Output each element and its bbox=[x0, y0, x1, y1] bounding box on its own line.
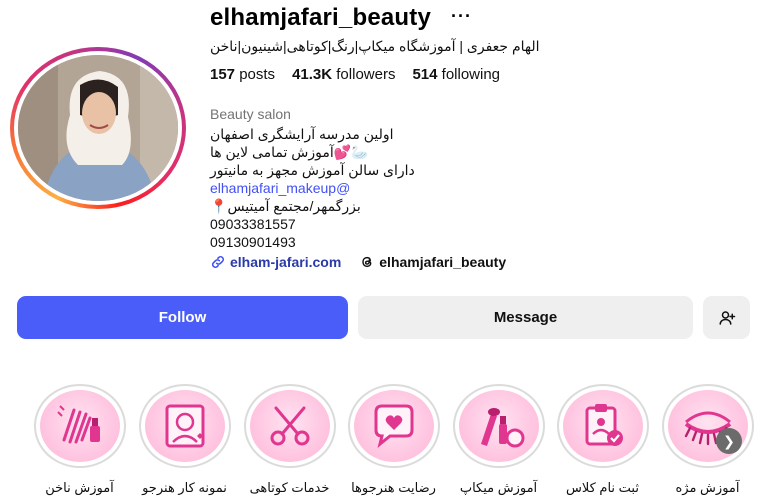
chevron-right-icon: ❯ bbox=[723, 432, 735, 449]
bio-line: اولین مدرسه آرایشگری اصفهان bbox=[210, 126, 394, 142]
clipboard-icon bbox=[585, 404, 623, 446]
highlights-next-button[interactable]: ❯ bbox=[716, 428, 742, 454]
portrait-frame-icon bbox=[165, 404, 204, 448]
scissors-icon bbox=[270, 406, 309, 446]
message-button[interactable]: Message bbox=[358, 296, 693, 339]
followers-stat[interactable]: 41.3K followers bbox=[292, 66, 395, 83]
profile-stats: 157 posts 41.3K followers 514 following bbox=[210, 66, 500, 83]
link-icon bbox=[211, 255, 225, 269]
profile-full-name: الهام جعفری | آموزشگاه میکاپ|رنگ|کوتاهی|… bbox=[210, 38, 540, 54]
following-stat[interactable]: 514 following bbox=[412, 66, 500, 83]
highlight-label: ثبت نام کلاس bbox=[566, 480, 639, 495]
highlight-label: خدمات کوتاهی bbox=[249, 480, 330, 495]
makeup-icon bbox=[480, 408, 524, 448]
profile-avatar-ring[interactable] bbox=[10, 47, 186, 209]
threads-text: elhamjafari_beauty bbox=[379, 254, 507, 270]
threads-link[interactable]: elhamjafari_beauty bbox=[359, 254, 506, 270]
bio-phone: 09033381557 bbox=[210, 216, 296, 232]
highlight-item[interactable]: آموزش میکاپ bbox=[451, 384, 546, 496]
highlight-cover bbox=[138, 384, 231, 468]
heart-chat-icon bbox=[374, 404, 413, 448]
highlight-label: آموزش میکاپ bbox=[459, 480, 538, 495]
following-label: following bbox=[441, 66, 501, 83]
avatar-gap bbox=[14, 51, 182, 205]
profile-username: elhamjafari_beauty bbox=[210, 4, 432, 31]
profile-category: Beauty salon bbox=[210, 106, 291, 122]
highlight-cover bbox=[33, 384, 126, 468]
highlight-item[interactable]: رضایت هنرجوها bbox=[346, 384, 441, 496]
nail-polish-icon bbox=[56, 405, 100, 444]
highlight-item[interactable]: نمونه کار هنرجو bbox=[137, 384, 232, 496]
following-count: 514 bbox=[412, 66, 438, 83]
highlight-label: رضایت هنرجوها bbox=[351, 480, 436, 495]
highlight-cover bbox=[347, 384, 440, 468]
more-options-icon[interactable]: ··· bbox=[451, 6, 472, 27]
bio-phone: 09130901493 bbox=[210, 234, 296, 250]
story-highlights: آموزش ناخن نمونه کار هنرجو خدمات کوتاهی bbox=[0, 384, 770, 500]
bio-line: آموزش تمامی لاین ها💕🦢 bbox=[210, 144, 369, 160]
posts-label: posts bbox=[239, 66, 276, 83]
avatar-photo bbox=[18, 55, 178, 201]
avatar[interactable] bbox=[18, 55, 178, 201]
profile-links: elham-jafari.com elhamjafari_beauty bbox=[210, 254, 506, 270]
posts-stat[interactable]: 157 posts bbox=[210, 66, 275, 83]
highlight-item[interactable]: ثبت نام کلاس bbox=[555, 384, 650, 496]
posts-count: 157 bbox=[210, 66, 236, 83]
add-user-icon bbox=[719, 310, 735, 325]
suggested-users-button[interactable] bbox=[703, 296, 750, 339]
highlight-label: آموزش مژه bbox=[675, 480, 740, 495]
profile-bio: اولین مدرسه آرایشگری اصفهان آموزش تمامی … bbox=[210, 125, 415, 251]
website-text: elham-jafari.com bbox=[230, 254, 342, 270]
threads-icon bbox=[362, 256, 372, 268]
follow-button[interactable]: Follow bbox=[17, 296, 348, 339]
bio-mention-link[interactable]: elhamjafari_makeup@ bbox=[210, 179, 415, 197]
followers-count: 41.3K bbox=[292, 66, 333, 83]
bio-line: دارای سالن آموزش مجهز به مانیتور bbox=[210, 162, 415, 178]
highlight-cover bbox=[452, 384, 545, 468]
bio-location: 📍بزرگمهر/مجتمع آمیتیس bbox=[210, 198, 361, 214]
highlight-cover bbox=[556, 384, 649, 468]
highlight-cover bbox=[661, 384, 754, 468]
highlight-label: نمونه کار هنرجو bbox=[142, 480, 227, 495]
highlight-label: آموزش ناخن bbox=[45, 480, 114, 495]
website-link[interactable]: elham-jafari.com bbox=[210, 254, 341, 270]
followers-label: followers bbox=[336, 66, 396, 83]
highlight-item[interactable]: خدمات کوتاهی bbox=[242, 384, 337, 496]
highlight-cover bbox=[243, 384, 336, 468]
highlight-item[interactable]: آموزش ناخن bbox=[32, 384, 127, 496]
